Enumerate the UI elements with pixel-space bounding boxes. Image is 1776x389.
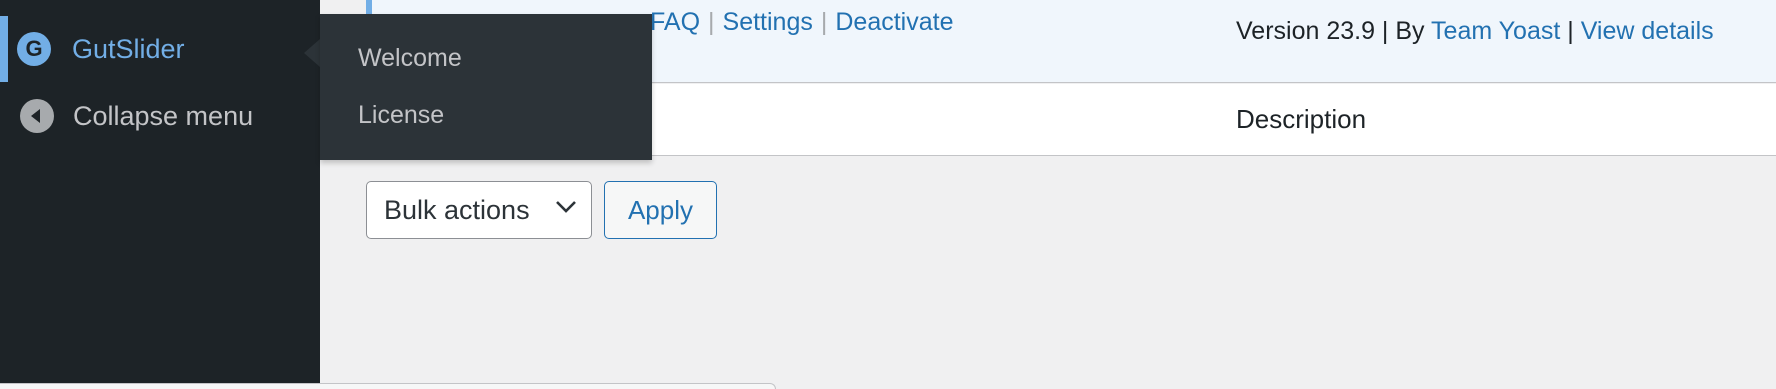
deactivate-link[interactable]: Deactivate [835, 8, 953, 36]
bottom-status-bar [0, 383, 776, 389]
column-header-description: Description [1236, 104, 1367, 134]
sidebar-item-gutslider[interactable]: G GutSlider [0, 16, 320, 82]
plugin-row-actions: FAQ | Settings | Deactivate [650, 8, 953, 37]
current-menu-arrow [304, 39, 320, 67]
author-link[interactable]: Team Yoast [1431, 17, 1560, 45]
view-details-link[interactable]: View details [1581, 17, 1714, 45]
bulk-actions-value: Bulk actions [384, 194, 530, 225]
gutslider-logo-icon: G [17, 32, 51, 66]
meta-separator: | [1560, 17, 1581, 45]
apply-button[interactable]: Apply [604, 181, 717, 239]
bulk-actions-select[interactable]: Bulk actions [366, 181, 592, 239]
settings-link[interactable]: Settings [723, 8, 813, 36]
submenu-item-license[interactable]: License [358, 101, 444, 130]
collapse-menu-label: Collapse menu [73, 100, 254, 131]
collapse-arrow-icon [20, 99, 54, 133]
sidebar-item-label: GutSlider [72, 33, 185, 64]
faq-link[interactable]: FAQ [650, 8, 700, 36]
submenu-item-welcome[interactable]: Welcome [358, 44, 462, 73]
plugin-version-meta: Version 23.9 | By Team Yoast | View deta… [1236, 17, 1714, 46]
chevron-down-icon [556, 201, 576, 213]
collapse-menu-button[interactable]: Collapse menu [0, 83, 320, 149]
action-separator: | [820, 8, 828, 36]
action-separator: | [708, 8, 715, 36]
submenu-flyout: Welcome License [320, 14, 652, 160]
admin-sidebar: G GutSlider Collapse menu [0, 0, 320, 388]
version-text: Version 23.9 | By [1236, 17, 1432, 45]
